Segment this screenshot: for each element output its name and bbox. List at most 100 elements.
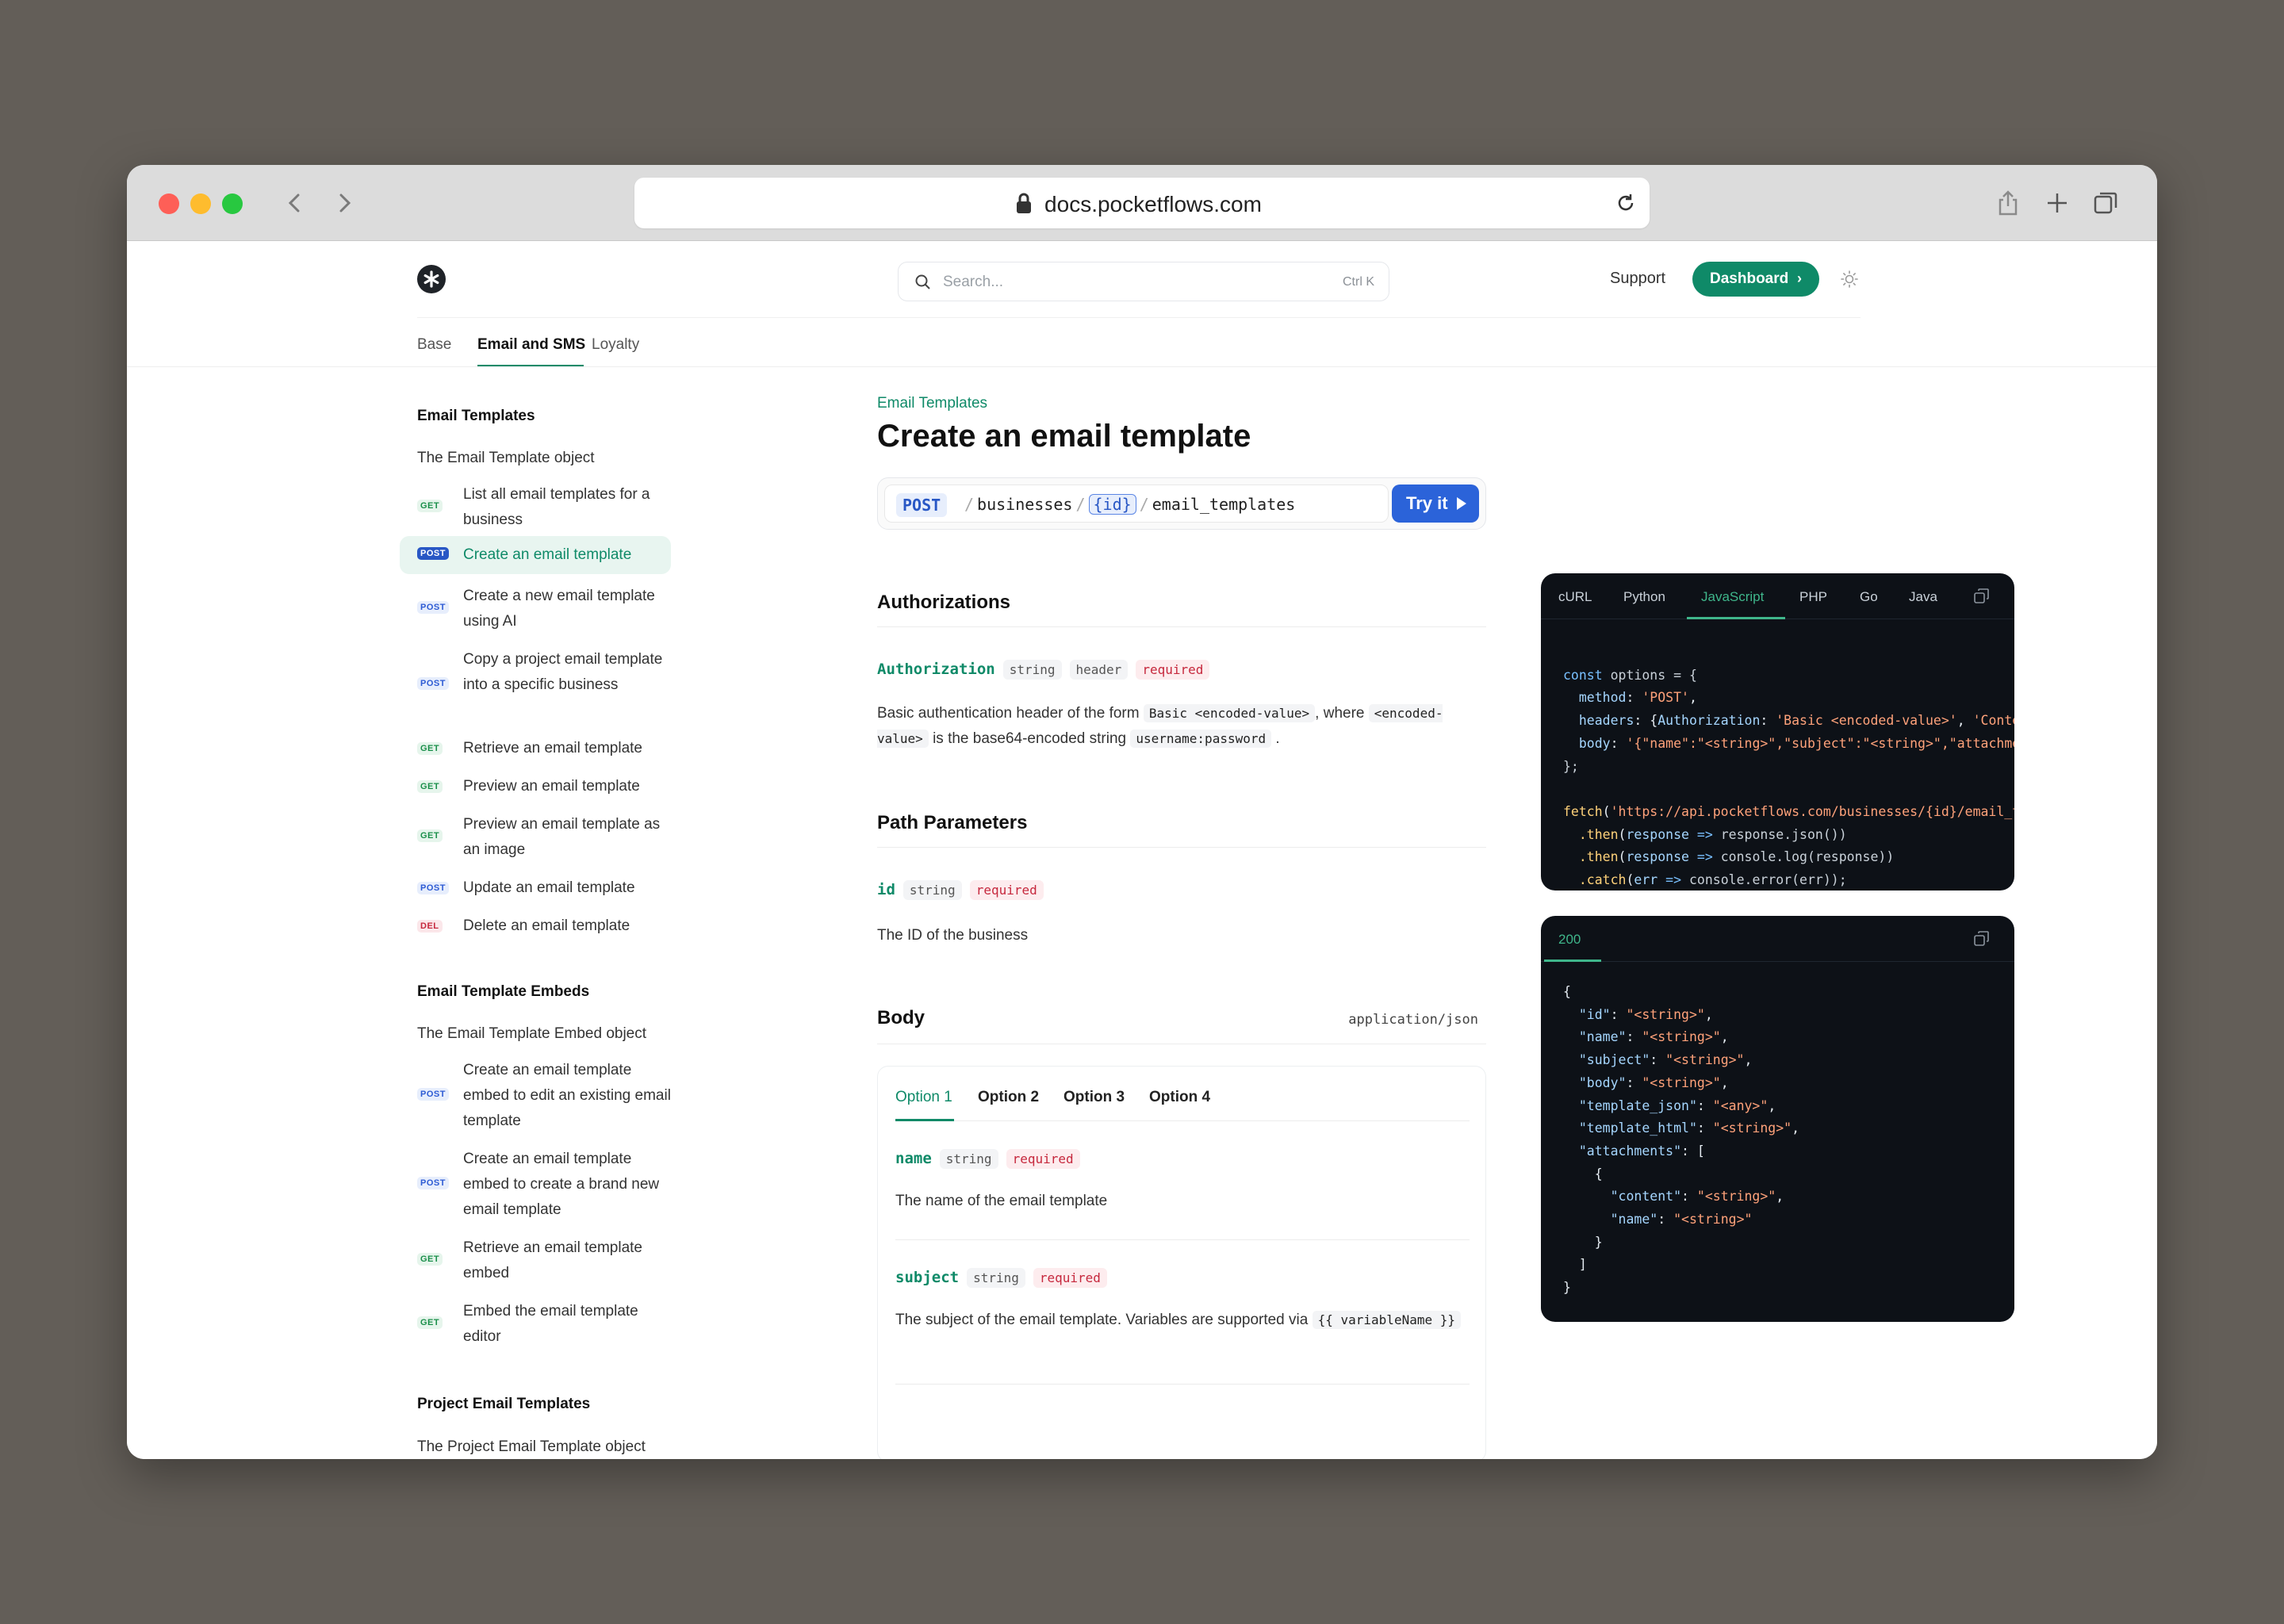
lang-tab-python[interactable]: Python	[1623, 589, 1665, 605]
sidebar-group-email-template-embeds: Email Template Embeds	[417, 983, 590, 1000]
close-window-button[interactable]	[159, 193, 179, 214]
method-badge: GET	[417, 829, 443, 842]
breadcrumb[interactable]: Email Templates	[877, 395, 987, 412]
sidebar-item-delete-template[interactable]: DEL Delete an email template	[400, 914, 671, 939]
option-tab-2[interactable]: Option 2	[978, 1089, 1039, 1106]
copy-icon[interactable]	[1973, 588, 1991, 605]
method-badge: DEL	[417, 920, 443, 933]
desc-text: , where	[1315, 705, 1365, 722]
search-box[interactable]: Search... Ctrl K	[898, 262, 1389, 301]
address-bar[interactable]: docs.pocketflows.com	[634, 178, 1650, 228]
option-tab-1[interactable]: Option 1	[895, 1089, 952, 1106]
field-type: string	[1002, 660, 1062, 680]
sidebar-item-embed-create-new[interactable]: POST Create an email template embed to c…	[400, 1147, 671, 1223]
code-token: 'Basic <encoded-value>'	[1776, 713, 1957, 729]
zoom-window-button[interactable]	[222, 193, 243, 214]
new-tab-icon[interactable]	[2041, 187, 2073, 219]
code-line: ]	[1563, 1257, 1587, 1273]
sidebar-item-project-template-object[interactable]: The Project Email Template object	[417, 1438, 646, 1456]
method-badge: GET	[417, 780, 443, 793]
method-badge: POST	[417, 677, 449, 690]
authorizations-heading: Authorizations	[877, 592, 1010, 613]
path-segment: email_templates	[1152, 495, 1296, 514]
tab-loyalty[interactable]: Loyalty	[592, 336, 639, 354]
lang-tab-php[interactable]: PHP	[1799, 589, 1827, 605]
lang-tab-javascript[interactable]: JavaScript	[1701, 589, 1764, 605]
sidebar-item-embed-edit-existing[interactable]: POST Create an email template embed to e…	[400, 1058, 671, 1134]
theme-toggle-sun-icon[interactable]	[1840, 270, 1859, 289]
share-icon[interactable]	[1992, 187, 2024, 219]
required-badge: required	[1006, 1149, 1080, 1169]
sidebar-item-label: Retrieve an email template embed	[463, 1239, 642, 1281]
subject-field: subject string required	[895, 1268, 1107, 1288]
site-header: Search... Ctrl K Support Dashboard ›	[127, 241, 2157, 317]
code-token: 'POST'	[1642, 690, 1689, 706]
sidebar-item-copy-project-template[interactable]: POST Copy a project email template into …	[400, 647, 671, 723]
language-tabs: cURL Python JavaScript PHP Go Java	[1541, 573, 2014, 619]
minimize-window-button[interactable]	[190, 193, 211, 214]
sidebar-item-email-template-object[interactable]: The Email Template object	[417, 450, 595, 467]
lang-tab-curl[interactable]: cURL	[1558, 589, 1592, 605]
page-title: Create an email template	[877, 419, 1251, 454]
sidebar-item-label: List all email templates for a business	[463, 486, 650, 528]
section-divider	[877, 847, 1486, 848]
code-token: = {	[1665, 667, 1697, 683]
option-tab-4[interactable]: Option 4	[1149, 1089, 1210, 1106]
sidebar-item-preview-template-image[interactable]: GET Preview an email template as an imag…	[400, 812, 671, 863]
path-param[interactable]: {id}	[1088, 494, 1136, 515]
path-segment: businesses	[977, 495, 1073, 514]
sidebar-item-create-template-ai[interactable]: POST Create a new email template using A…	[400, 584, 671, 634]
sidebar-item-retrieve-template[interactable]: GET Retrieve an email template	[400, 736, 671, 761]
code-token: method	[1578, 690, 1627, 706]
method-badge: POST	[417, 882, 449, 894]
code-line: "name": "<string>"	[1610, 1212, 1753, 1228]
sidebar-item-preview-template[interactable]: GET Preview an email template	[400, 774, 671, 799]
option-tab-3[interactable]: Option 3	[1063, 1089, 1125, 1106]
pocketflows-logo[interactable]	[417, 265, 446, 293]
status-tab-200[interactable]: 200	[1558, 932, 1581, 948]
tab-overview-icon[interactable]	[2090, 187, 2122, 219]
field-type: string	[967, 1268, 1025, 1288]
sidebar-item-embed-object[interactable]: The Email Template Embed object	[417, 1025, 646, 1043]
reload-icon[interactable]	[1613, 190, 1638, 216]
sidebar-item-label: Retrieve an email template	[463, 740, 642, 756]
dashboard-button[interactable]: Dashboard ›	[1692, 262, 1819, 297]
sidebar-item-list-email-templates[interactable]: GET List all email templates for a busin…	[400, 482, 671, 533]
body-options-card: Option 1 Option 2 Option 3 Option 4 name…	[877, 1066, 1486, 1459]
method-badge: POST	[417, 1088, 449, 1101]
lang-tab-go[interactable]: Go	[1860, 589, 1878, 605]
desc-text: Basic authentication header of the form	[877, 705, 1140, 722]
code-token: fetch	[1563, 803, 1603, 819]
tab-base[interactable]: Base	[417, 336, 451, 354]
forward-arrow-icon[interactable]	[328, 187, 360, 219]
path-parameters-heading: Path Parameters	[877, 812, 1028, 833]
active-option-indicator	[895, 1119, 954, 1121]
method-badge: GET	[417, 742, 443, 755]
code-token: response	[1626, 826, 1689, 842]
sidebar-item-update-template[interactable]: POST Update an email template	[400, 875, 671, 901]
try-it-button[interactable]: Try it	[1392, 485, 1479, 523]
method-badge: POST	[896, 493, 948, 517]
field-divider	[895, 1239, 1470, 1240]
code-line: }	[1563, 1234, 1603, 1250]
response-tabs: 200	[1541, 916, 2014, 962]
sidebar-item-embed-editor[interactable]: GET Embed the email template editor	[400, 1299, 671, 1350]
tab-email-and-sms[interactable]: Email and SMS	[477, 336, 585, 354]
lang-tab-java[interactable]: Java	[1909, 589, 1937, 605]
request-code-panel: cURL Python JavaScript PHP Go Java const…	[1541, 573, 2014, 891]
sidebar-item-retrieve-embed[interactable]: GET Retrieve an email template embed	[400, 1235, 671, 1286]
sidebar-item-label: Preview an email template as an image	[463, 816, 661, 858]
code-line: }	[1563, 1280, 1571, 1296]
code-token: headers	[1578, 713, 1634, 729]
code-line: "attachments": [	[1578, 1143, 1705, 1159]
sidebar-item-create-email-template[interactable]: POST Create an email template	[400, 536, 671, 574]
subject-description: The subject of the email template. Varia…	[895, 1308, 1466, 1333]
docs-page: Search... Ctrl K Support Dashboard › Bas…	[127, 241, 2157, 1459]
sidebar-item-label: Create an email template	[463, 546, 632, 563]
copy-icon[interactable]	[1973, 930, 1991, 948]
sidebar-item-label: Copy a project email template into a spe…	[463, 651, 663, 693]
code-token: .then	[1578, 826, 1619, 842]
response-code-panel: 200 { "id": "<string>", "name": "<string…	[1541, 916, 2014, 1322]
back-arrow-icon[interactable]	[279, 187, 311, 219]
support-link[interactable]: Support	[1610, 270, 1665, 288]
